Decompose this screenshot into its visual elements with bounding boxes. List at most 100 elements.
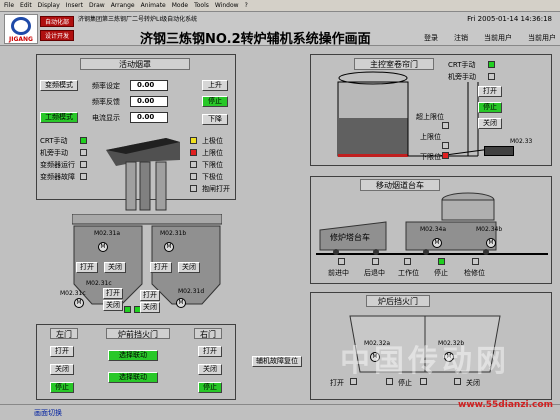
motor-tag-31a: M02.31a [94,230,121,237]
upper-limit-indicator [190,149,197,156]
page-title: 济钢三炼钢NO.2转炉辅机系统操作画面 [140,32,371,47]
lower-extreme-label: 下极位 [202,173,223,181]
current-value: 0.00 [130,112,168,123]
freq-fb-value: 0.00 [130,96,168,107]
current-user-link-2[interactable]: 当前用户 [528,33,556,43]
menu-item-mode[interactable]: Mode [172,2,188,9]
motor-31b-icon: M [164,242,174,252]
select-link-1-button[interactable]: 选择联动 [108,350,158,361]
hopper-b-open-button[interactable]: 打开 [150,262,172,273]
hood-up-button[interactable]: 上升 [202,80,228,91]
curtain-lower-label: 下限位 [420,153,441,161]
curtain-stop-button[interactable]: 停止 [478,102,502,113]
pf-mode-button[interactable]: 工频模式 [40,112,78,123]
menu-item-insert[interactable]: Insert [66,2,83,9]
cart-stop-indicator [438,258,445,265]
menu-item-animate[interactable]: Animate [141,2,166,9]
curtain-upper-indicator [442,142,449,149]
freq-set-label: 频率设定 [92,82,120,90]
left-door-close-button[interactable]: 关闭 [50,364,74,375]
menu-item-draw[interactable]: Draw [89,2,105,9]
company-logo: JIGANG [4,14,38,44]
curtain-open-button[interactable]: 打开 [478,86,502,97]
curtain-close-button[interactable]: 关闭 [478,118,502,129]
curtain-over-upper-label: 超上限位 [416,113,444,121]
vf-mode-button[interactable]: 变频模式 [40,80,78,91]
login-link[interactable]: 登录 [424,33,438,43]
curtain-motor-tag: M02.33 [510,138,533,145]
right-door-stop-button[interactable]: 停止 [198,382,222,393]
service-pos-label: 检修位 [464,269,485,277]
left-door-title: 左门 [50,328,78,339]
repair-tower-car-label: 修炉塔台车 [330,233,370,242]
motor-tag-31c-b: M02.31c [60,290,86,297]
curtain-motor-icon [484,146,514,156]
hopper-a-close-button[interactable]: 关闭 [104,262,126,273]
curtain-local-manual-label: 机旁手动 [448,73,476,81]
vfd-running-indicator [80,161,87,168]
right-door-close-button[interactable]: 关闭 [198,364,222,375]
menu-item-tools[interactable]: Tools [194,2,209,9]
system-subtitle: 济钢集团第三炼钢厂二号转炉LI级自动化系统 [78,16,198,23]
left-door-open-button[interactable]: 打开 [50,346,74,357]
cart-stop-label: 停止 [434,269,448,277]
hopper-d-close-button[interactable]: 关闭 [140,302,160,313]
select-link-2-button[interactable]: 选择联动 [108,372,158,383]
hood-stop-button[interactable]: 停止 [202,96,228,107]
logo-ring-icon [11,17,31,35]
curtain-crt-manual-label: CRT手动 [448,61,476,69]
screen-switch-tab[interactable]: 画面切换 [34,408,62,418]
menu-item-edit[interactable]: Edit [20,2,32,9]
fault-reset-button[interactable]: 辅机故障复位 [252,356,302,367]
right-door-open-button[interactable]: 打开 [198,346,222,357]
cart-motor-a-icon: M [432,238,442,248]
logo-text: JIGANG [9,36,33,43]
current-user-link-1[interactable]: 当前用户 [484,33,512,43]
lower-extreme-indicator [190,173,197,180]
current-label: 电流显示 [92,114,120,122]
upper-extreme-indicator [190,137,197,144]
lower-limit-label: 下限位 [202,161,223,169]
hopper-c-open-button[interactable]: 打开 [103,288,123,299]
menu-item-display[interactable]: Display [38,2,60,9]
motor-31c-icon: M [74,298,84,308]
watermark-text: 中国传动网 [340,344,510,379]
curtain-local-manual-indicator [488,73,495,80]
hood-graphic [106,138,180,211]
vfd-fault-label: 变频器故障 [40,173,75,181]
local-manual-label: 机旁手动 [40,149,68,157]
design-dev-button[interactable]: 设计开发 [40,30,74,41]
menu-item-arrange[interactable]: Arrange [111,2,135,9]
hopper-c-indicator [124,306,131,313]
left-door-stop-button[interactable]: 停止 [50,382,74,393]
hopper-b-close-button[interactable]: 关闭 [178,262,200,273]
menu-item-window[interactable]: Window [215,2,239,9]
hopper-c-close-button[interactable]: 关闭 [103,300,123,311]
brake-open-label: 抱闸打开 [202,185,230,193]
menu-item-file[interactable]: File [4,2,14,9]
top-links: 登录 注销 当前用户 当前用户 [424,33,556,43]
work-pos-indicator [404,258,411,265]
crt-manual-label: CRT手动 [40,137,68,145]
menu-bar: File Edit Display Insert Draw Arrange Animate M… [0,0,560,12]
curtain-over-upper-indicator [442,122,449,129]
service-pos-indicator [472,258,479,265]
cart-motor-b-icon: M [486,238,496,248]
forward-label: 前进中 [328,269,349,277]
upper-limit-label: 上限位 [202,149,223,157]
cart-motor-tag-a: M02.34a [420,226,447,233]
freq-fb-label: 频率反馈 [92,98,120,106]
motor-31a-icon: M [98,242,108,252]
menu-item-help[interactable]: ? [245,2,248,9]
hopper-d-open-button[interactable]: 打开 [140,290,160,301]
hood-title: 活动烟罩 [80,58,190,70]
curtain-lower-indicator [442,152,449,159]
upper-extreme-label: 上极位 [202,137,223,145]
logout-link[interactable]: 注销 [454,33,468,43]
rear-door-title: 炉后挡火门 [366,295,430,307]
hopper-a-open-button[interactable]: 打开 [76,262,98,273]
backward-indicator [372,258,379,265]
hood-down-button[interactable]: 下降 [202,114,228,125]
freq-set-value[interactable]: 0.00 [130,80,168,91]
automation-dept-button[interactable]: 自动化部 [40,16,74,27]
